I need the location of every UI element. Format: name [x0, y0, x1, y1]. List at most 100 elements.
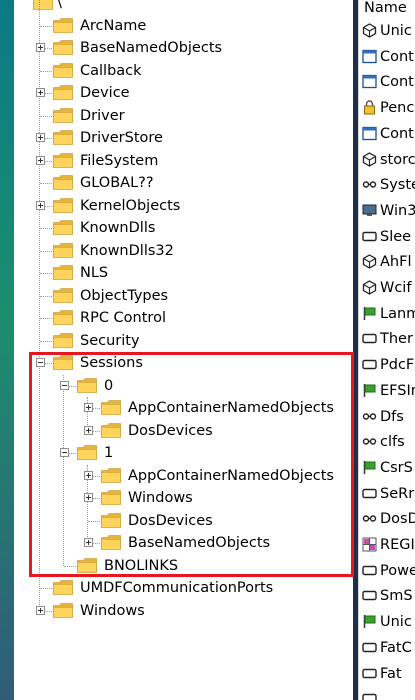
tree-connector: [40, 295, 54, 297]
list-item[interactable]: SmS: [359, 585, 415, 607]
list-item[interactable]: FatC: [359, 637, 415, 659]
expand-toggle-icon[interactable]: [36, 43, 45, 52]
list-item[interactable]: Powe: [359, 560, 415, 582]
list-item[interactable]: REGI: [359, 534, 415, 556]
tree-node[interactable]: ArcName: [0, 15, 353, 37]
expand-toggle-icon[interactable]: [84, 425, 93, 435]
expand-toggle-icon[interactable]: [36, 155, 45, 165]
collapse-toggle-icon[interactable]: [36, 358, 45, 367]
tree-node[interactable]: BaseNamedObjects: [0, 532, 353, 554]
collapse-toggle-icon[interactable]: [60, 448, 69, 457]
tree-node[interactable]: DosDevices: [0, 510, 353, 532]
object-tree[interactable]: \ ArcName BaseNamedObjects Callback Device Dr…: [0, 0, 353, 700]
folder-icon: [101, 422, 121, 438]
list-item[interactable]: Penc: [359, 97, 415, 119]
list-item[interactable]: PdcF: [359, 354, 415, 376]
list-item[interactable]: Syste: [359, 174, 415, 196]
folder-icon: [53, 220, 73, 235]
tree-node[interactable]: AppContainerNamedObjects: [0, 397, 353, 419]
tree-node[interactable]: ObjectTypes: [0, 285, 353, 307]
tree-node-label: BaseNamedObjects: [80, 40, 223, 56]
list-item[interactable]: Ther: [359, 328, 415, 350]
tree-node[interactable]: Driver: [0, 105, 353, 127]
folder-icon: [53, 580, 73, 595]
link-icon: [362, 438, 377, 445]
list-item[interactable]: AhFl: [359, 251, 415, 273]
list-item[interactable]: SeRr: [359, 483, 415, 505]
expand-toggle-icon[interactable]: [84, 403, 93, 412]
expand-toggle-icon[interactable]: [84, 538, 93, 547]
folder-icon: [53, 355, 73, 370]
tree-node[interactable]: KernelObjects: [0, 195, 353, 217]
expand-toggle-icon[interactable]: [36, 605, 45, 615]
tree-node[interactable]: Windows: [0, 487, 353, 509]
folder-icon: [53, 107, 73, 123]
tree-node-label: BNOLINKS: [104, 557, 179, 574]
tree-node[interactable]: DosDevices: [0, 420, 353, 442]
list-item[interactable]: Lanm: [359, 303, 415, 325]
list-item[interactable]: Cont: [359, 123, 415, 145]
list-item-label: Fat: [380, 665, 402, 682]
expand-toggle-icon[interactable]: [36, 133, 45, 142]
tree-node[interactable]: KnownDlls: [0, 217, 353, 239]
tree-connector: [40, 250, 54, 252]
list-item[interactable]: Unic: [359, 20, 415, 42]
hexagon-icon: [362, 280, 377, 295]
list-item[interactable]: storc: [359, 149, 415, 171]
list-item-label: Cont: [380, 125, 414, 142]
list-item[interactable]: Slee: [359, 226, 415, 248]
expand-toggle-icon[interactable]: [36, 200, 45, 210]
tree-node[interactable]: 1: [0, 442, 353, 464]
list-item[interactable]: Cont: [359, 71, 415, 93]
tree-node-label: Security: [80, 332, 140, 349]
tree-node[interactable]: UMDFCommunicationPorts: [0, 577, 353, 599]
list-item[interactable]: DosD: [359, 508, 415, 530]
list-item[interactable]: EFSIn: [359, 380, 415, 402]
list-item-label: Wcif: [380, 280, 412, 296]
list-item[interactable]: Cont: [359, 46, 415, 68]
tree-node[interactable]: Callback: [0, 60, 353, 82]
tree-connector: [88, 520, 102, 522]
tree-node[interactable]: BaseNamedObjects: [0, 37, 353, 59]
tree-connector: [40, 115, 54, 117]
expand-toggle-icon[interactable]: [84, 470, 93, 480]
hexagon-icon: [362, 254, 377, 270]
name-column-header[interactable]: Name: [364, 0, 407, 16]
collapse-toggle-icon[interactable]: [60, 380, 69, 390]
list-item[interactable]: clfs: [359, 431, 415, 453]
tree-node[interactable]: Windows: [0, 600, 353, 622]
list-item[interactable]: Wcif: [359, 277, 415, 299]
tree-node-root[interactable]: \: [0, 0, 353, 14]
tree-node[interactable]: AppContainerNamedObjects: [0, 465, 353, 487]
folder-icon: [53, 332, 73, 348]
tree-node[interactable]: FileSystem: [0, 150, 353, 172]
tree-node[interactable]: DriverStore: [0, 127, 353, 149]
tree-node[interactable]: Security: [0, 330, 353, 352]
expand-toggle-icon[interactable]: [36, 88, 45, 97]
tree-node[interactable]: BNOLINKS: [0, 555, 353, 577]
tree-node[interactable]: 0: [0, 375, 353, 397]
tree-node[interactable]: Device: [0, 82, 353, 104]
tree-connector: [40, 273, 54, 274]
object-list[interactable]: Unic Cont Cont Penc Cont storc Syste Win3 Slee Ah…: [358, 0, 415, 700]
tree-node-label: ArcName: [80, 17, 147, 34]
link-icon: [362, 515, 377, 522]
tree-connector: [40, 70, 54, 72]
rect-icon: [362, 359, 377, 370]
tree-node[interactable]: KnownDlls32: [0, 240, 353, 262]
list-item[interactable]: Fat: [359, 663, 415, 685]
list-item-label: EFSIn: [380, 382, 415, 399]
tree-node[interactable]: Sessions: [0, 352, 353, 374]
list-item[interactable]: [359, 688, 415, 700]
tree-node[interactable]: GLOBAL??: [0, 172, 353, 194]
rect-icon: [362, 334, 377, 344]
list-item[interactable]: Unic: [359, 611, 415, 633]
list-item[interactable]: CsrS: [359, 457, 415, 479]
list-item[interactable]: Dfs: [359, 406, 415, 428]
tree-node[interactable]: RPC Control: [0, 307, 353, 329]
expand-toggle-icon[interactable]: [84, 493, 93, 502]
list-item[interactable]: Win3: [359, 200, 415, 222]
tree-node[interactable]: NLS: [0, 262, 353, 284]
folder-icon: [77, 445, 97, 460]
tree-node-label: \: [57, 0, 62, 11]
